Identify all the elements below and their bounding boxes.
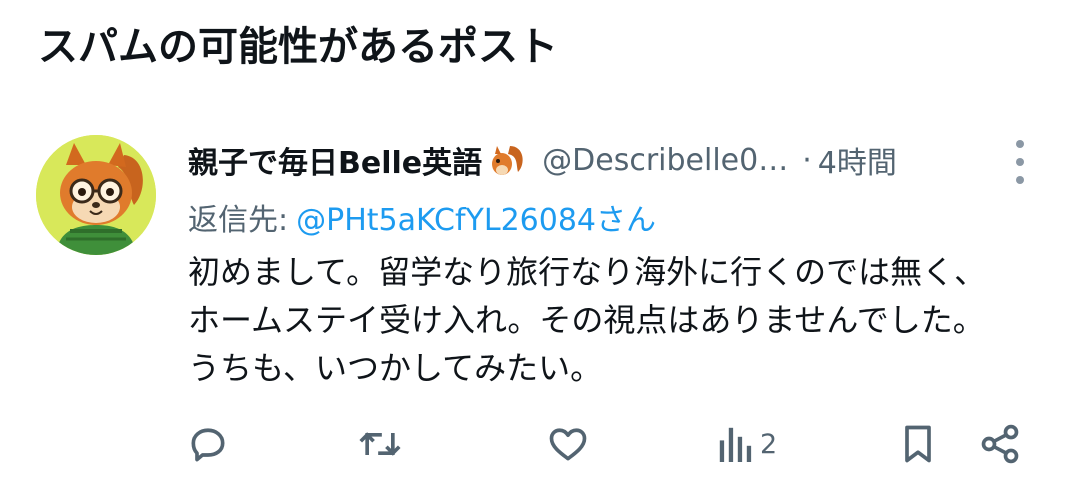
views-count: 2 xyxy=(760,428,778,460)
post-text-line: 初めまして。留学なり旅行なり海外に行くのでは無く、 xyxy=(188,253,987,291)
reply-to-label: 返信先: xyxy=(188,203,289,238)
reply-button[interactable] xyxy=(186,420,230,468)
avatar[interactable] xyxy=(36,135,156,255)
bookmark-icon xyxy=(905,425,931,463)
reply-to-handle-link[interactable]: @PHt5aKCfYL26084さん xyxy=(296,203,656,238)
views-button[interactable]: 2 xyxy=(718,420,777,468)
share-icon xyxy=(981,424,1019,464)
reply-to: 返信先: @PHt5aKCfYL26084さん xyxy=(188,195,656,239)
user-handle[interactable]: @Describelle0… xyxy=(542,143,788,178)
section-title: スパムの可能性があるポスト xyxy=(38,24,558,70)
squirrel-avatar-icon xyxy=(36,135,156,255)
separator-dot: · xyxy=(802,142,812,178)
post-text-line: うちも、いつかしてみたい。 xyxy=(188,349,603,387)
post-timestamp[interactable]: 4時間 xyxy=(818,138,897,182)
views-icon xyxy=(719,427,752,462)
display-name[interactable]: 親子で毎日Belle英語 xyxy=(188,138,482,182)
reply-icon xyxy=(191,428,225,462)
more-options-icon[interactable] xyxy=(1006,140,1034,184)
share-button[interactable] xyxy=(978,420,1022,468)
post-header: 親子で毎日Belle英語 @Describelle0… · 4時間 xyxy=(188,138,988,182)
repost-button[interactable] xyxy=(356,420,404,468)
squirrel-emoji-icon xyxy=(486,142,526,178)
like-button[interactable] xyxy=(546,420,590,468)
heart-icon xyxy=(549,428,587,461)
post-text-line: ホームステイ受け入れ。その視点はありませんでした。 xyxy=(188,301,985,339)
repost-icon xyxy=(359,432,401,456)
bookmark-button[interactable] xyxy=(898,420,938,468)
post-body: 初めまして。留学なり旅行なり海外に行くのでは無く、 ホームステイ受け入れ。その視… xyxy=(188,248,1048,392)
